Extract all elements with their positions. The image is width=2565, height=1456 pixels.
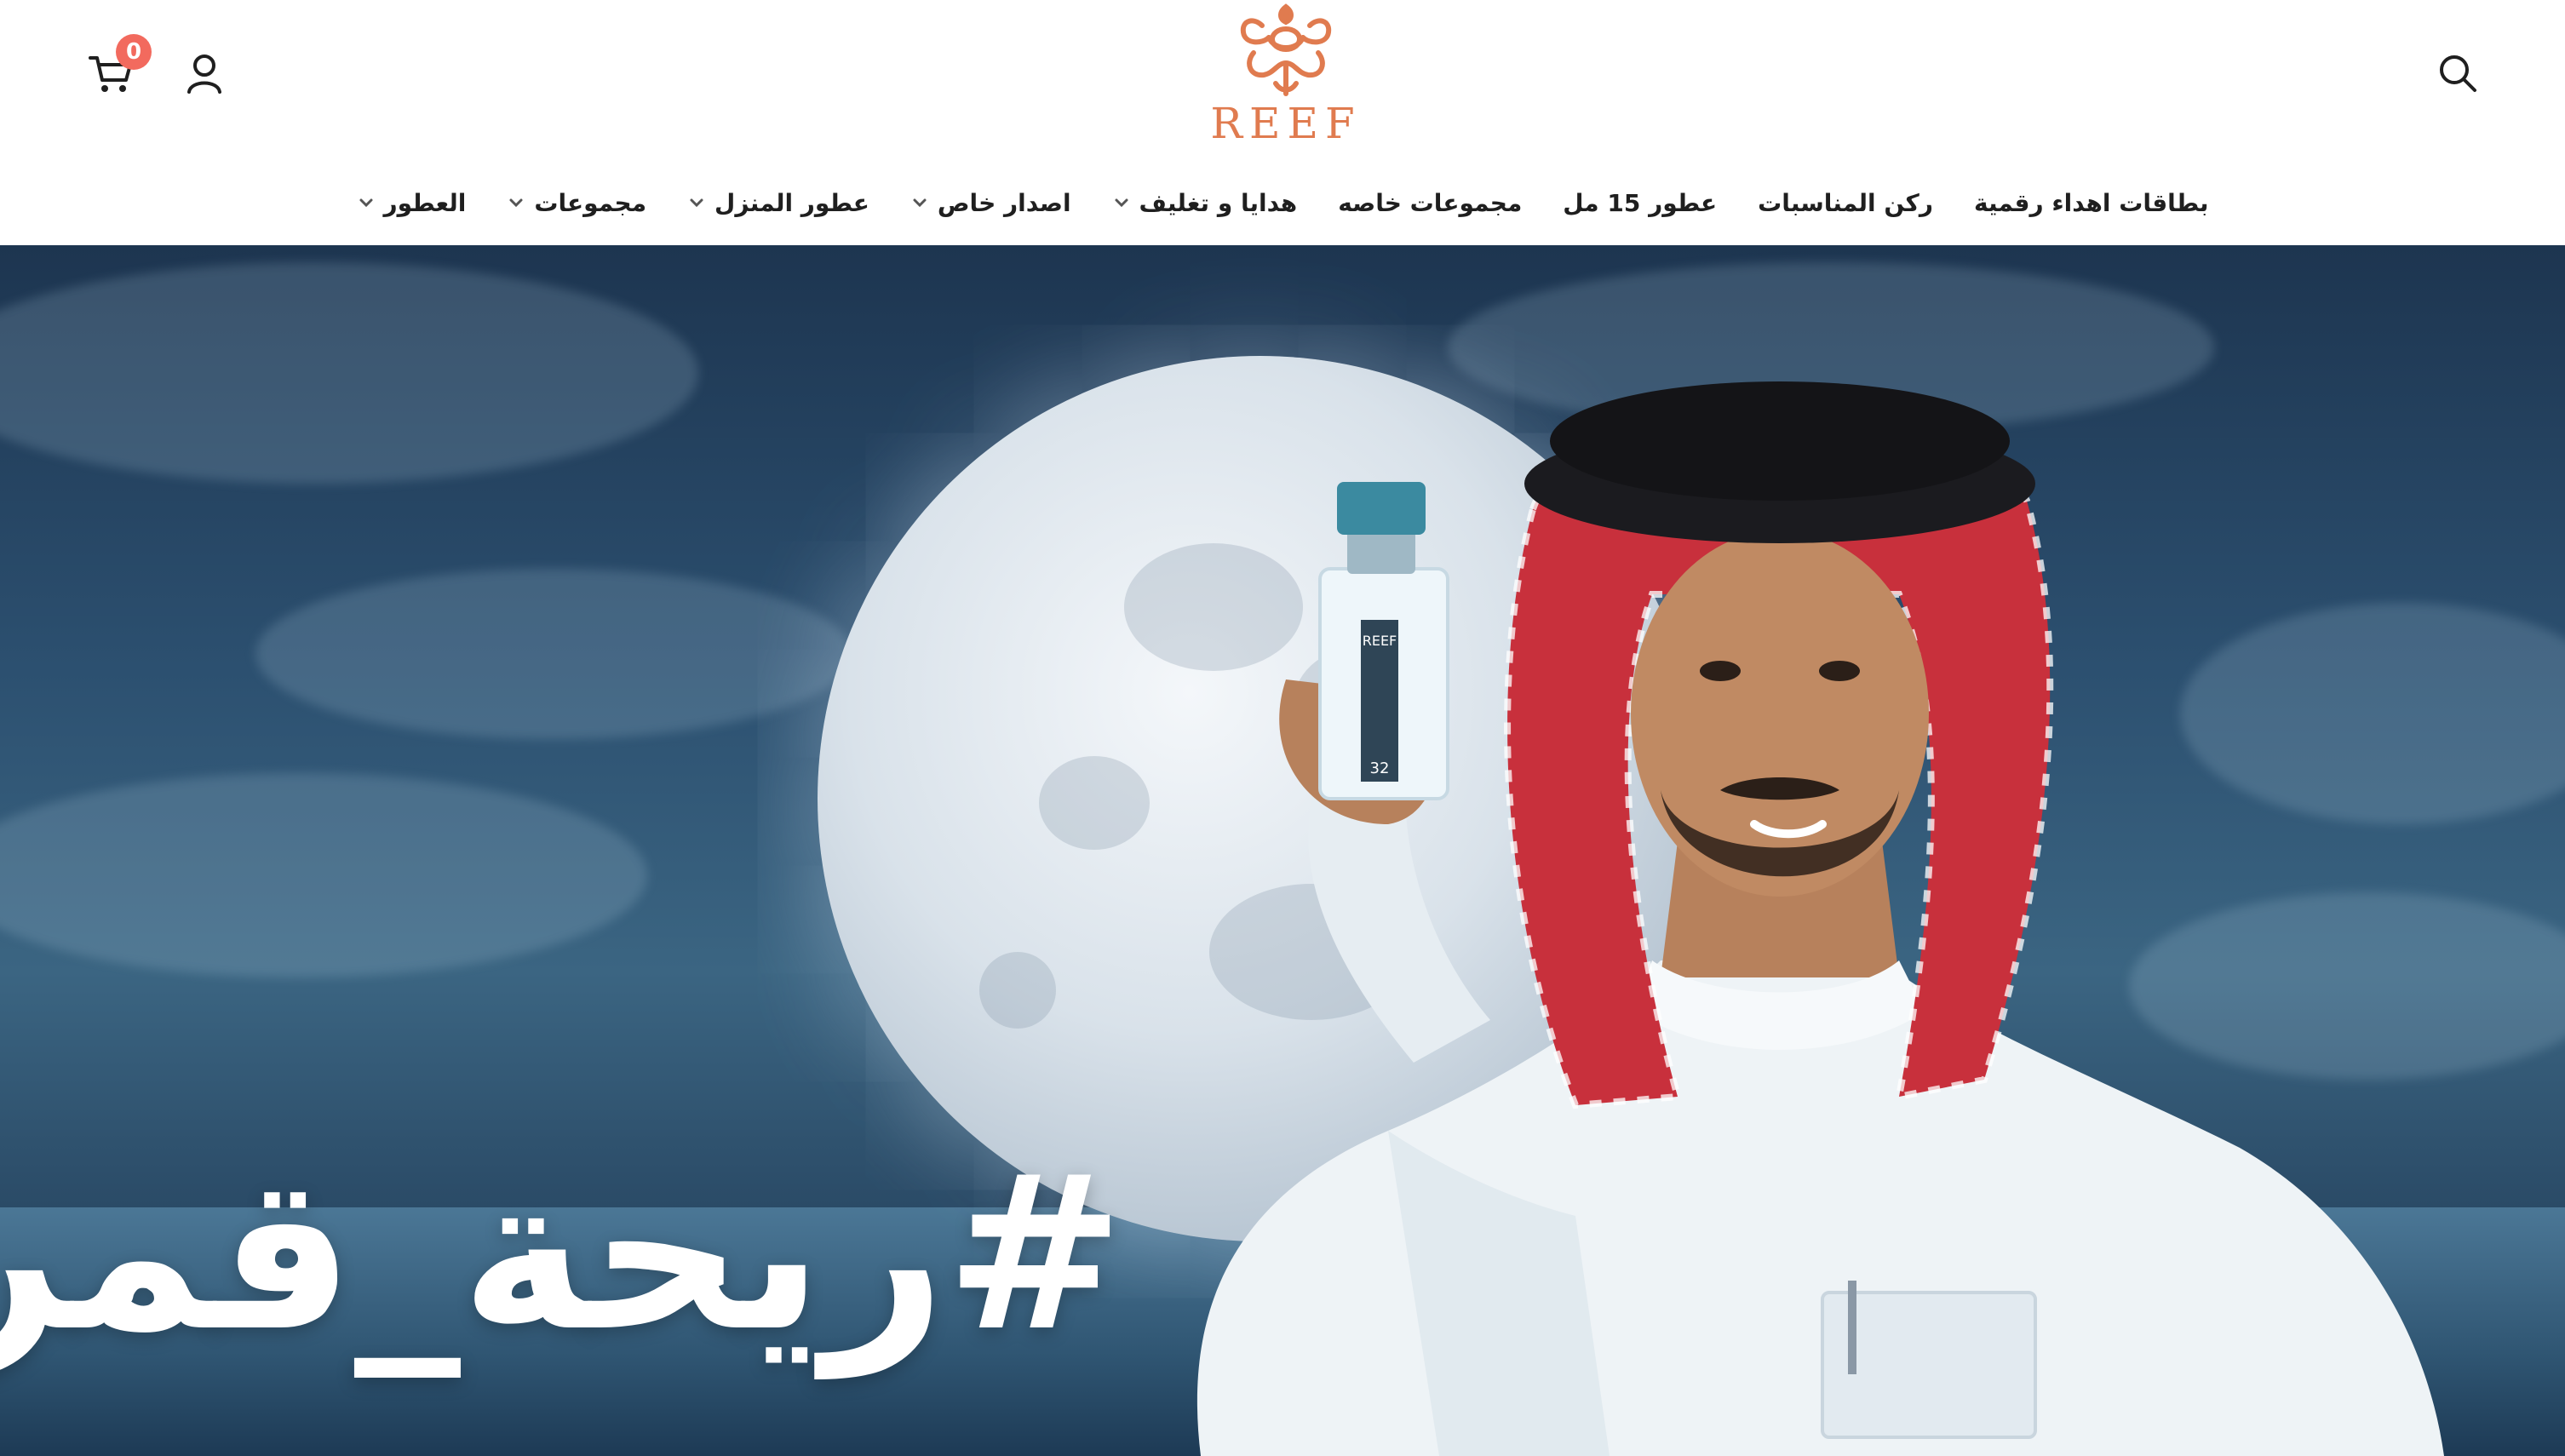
nav-item-digital-gift-cards[interactable]: بطاقات اهداء رقمية bbox=[1974, 189, 2209, 217]
nav-item-special-edition[interactable]: اصدار خاص bbox=[910, 189, 1071, 217]
nav-item-label: مجموعات bbox=[534, 188, 647, 217]
nav-item-label: اصدار خاص bbox=[937, 188, 1071, 217]
nav-item-label: عطور 15 مل bbox=[1563, 188, 1718, 217]
nav-item-label: بطاقات اهداء رقمية bbox=[1973, 188, 2209, 217]
nav-item-label: هدايا و تغليف bbox=[1139, 188, 1298, 217]
cart-count-badge: 0 bbox=[116, 34, 152, 70]
main-navigation: العطور مجموعات عطور المنزل اصدار خاص هدا… bbox=[0, 177, 2565, 228]
cloud bbox=[0, 773, 647, 977]
chevron-down-icon bbox=[509, 198, 523, 208]
nav-item-label: عطور المنزل bbox=[714, 188, 869, 217]
nav-item-occasions[interactable]: ركن المناسبات bbox=[1758, 189, 1933, 217]
logo-wordmark: REEF bbox=[1210, 99, 1362, 148]
nav-item-perfumes[interactable]: العطور bbox=[357, 188, 467, 217]
bottle-number-label: 32 bbox=[1370, 760, 1390, 777]
moon-crater bbox=[979, 952, 1056, 1029]
hero-banner[interactable]: REEF 32 #ريحة_قمر bbox=[0, 245, 2565, 1456]
model-holding-perfume: REEF 32 bbox=[1196, 381, 2444, 1456]
nav-item-collections[interactable]: مجموعات bbox=[507, 189, 646, 217]
chevron-down-icon bbox=[690, 198, 703, 208]
chevron-down-icon bbox=[913, 198, 927, 208]
logo-emblem bbox=[1240, 3, 1332, 96]
site-header: REEF 0 العطور مجموعات عطور المنزل اصدار … bbox=[0, 0, 2565, 245]
search-icon bbox=[2440, 55, 2476, 92]
search-button[interactable] bbox=[2432, 48, 2483, 99]
hero-hashtag: #ريحة_قمر bbox=[0, 1130, 1124, 1378]
nav-item-15ml-perfumes[interactable]: عطور 15 مل bbox=[1563, 189, 1717, 217]
chevron-down-icon bbox=[359, 198, 373, 208]
nav-item-label: ركن المناسبات bbox=[1758, 188, 1933, 217]
nav-item-label: العطور bbox=[383, 188, 467, 217]
nav-item-label: مجموعات خاصه bbox=[1338, 188, 1523, 217]
chevron-down-icon bbox=[1115, 198, 1128, 208]
nav-item-home-fragrances[interactable]: عطور المنزل bbox=[687, 189, 869, 217]
user-icon bbox=[187, 54, 221, 94]
bottle-brand-label: REEF bbox=[1363, 633, 1397, 649]
nav-item-special-collections[interactable]: مجموعات خاصه bbox=[1338, 189, 1522, 217]
cloud bbox=[255, 569, 852, 739]
nav-item-gifts-wrapping[interactable]: هدايا و تغليف bbox=[1112, 188, 1298, 217]
cloud bbox=[0, 262, 698, 484]
brand-logo[interactable]: REEF bbox=[1209, 0, 1363, 153]
account-button[interactable] bbox=[179, 48, 230, 99]
